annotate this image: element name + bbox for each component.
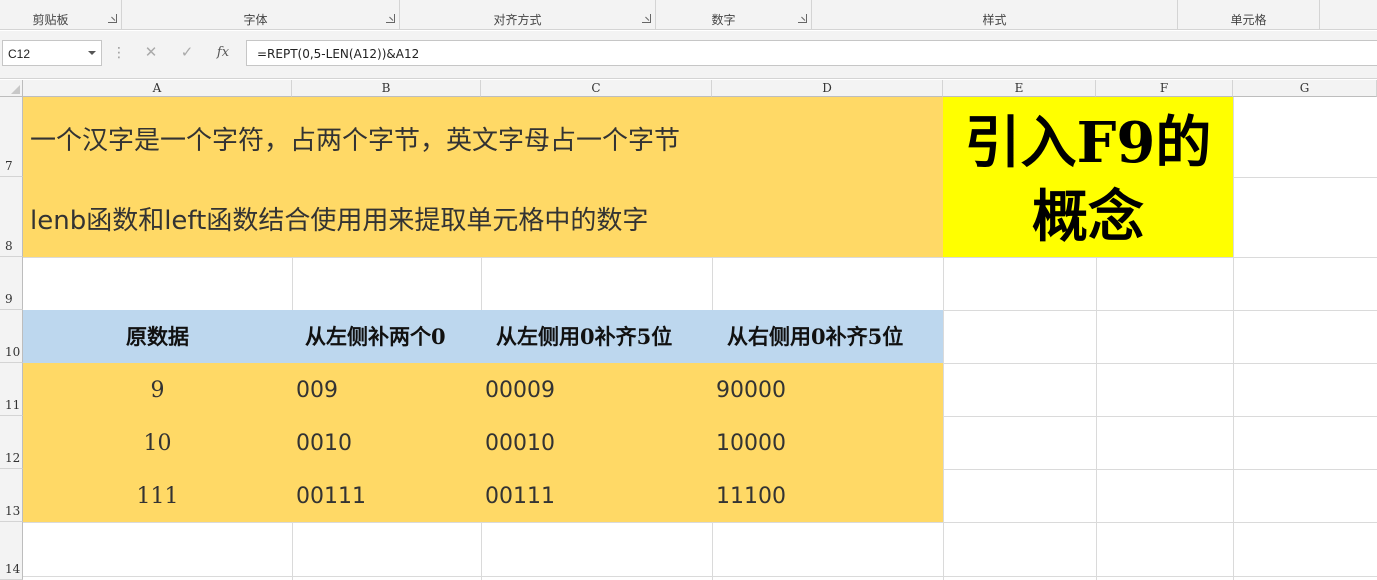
column-header-e[interactable]: E [943, 80, 1096, 97]
gridline [23, 576, 1377, 577]
table-cell[interactable]: 90000 [716, 363, 786, 416]
table-cell[interactable]: 0010 [296, 416, 352, 469]
table-header-left-pad-five[interactable]: 从左侧用0补齐5位 [496, 310, 672, 363]
insert-function-icon[interactable]: fx [211, 43, 235, 63]
table-cell[interactable]: 10 [23, 416, 292, 469]
table-cell[interactable]: 00111 [296, 469, 366, 522]
table-cell[interactable]: 00009 [485, 363, 555, 416]
ribbon-group-label: 剪贴板 [32, 13, 69, 27]
ribbon-group-styles: 样式 [812, 0, 1178, 30]
table-cell[interactable]: 00111 [485, 469, 555, 522]
ribbon-group-number: 数字 [656, 0, 812, 30]
ribbon-group-label: 样式 [982, 13, 1007, 27]
table-cell[interactable]: 009 [296, 363, 338, 416]
enter-icon[interactable]: ✓ [175, 43, 199, 63]
name-box-value: C12 [8, 47, 31, 61]
row-header-13[interactable]: 13 [0, 469, 23, 522]
ribbon-group-cells: 单元格 [1178, 0, 1320, 30]
table-header-pad-two[interactable]: 从左侧补两个0 [305, 310, 446, 363]
note-line-2: lenb函数和left函数结合使用用来提取单元格中的数字 [30, 206, 649, 236]
column-header-f[interactable]: F [1096, 80, 1233, 97]
dialog-launcher-icon[interactable] [798, 14, 807, 23]
ribbon-group-label: 字体 [243, 13, 268, 27]
cancel-icon[interactable]: ✕ [139, 43, 163, 63]
splitter-icon[interactable]: ⋮ [112, 45, 126, 59]
row-header-7[interactable]: 7 [0, 97, 23, 177]
select-all-button[interactable] [0, 80, 23, 97]
ribbon-group-font: 字体 [122, 0, 400, 30]
table-header-right-pad-five[interactable]: 从右侧用0补齐5位 [727, 310, 903, 363]
table-cell[interactable]: 10000 [716, 416, 786, 469]
ribbon-group-clipboard: 剪贴板 [0, 0, 122, 30]
column-header-d[interactable]: D [712, 80, 943, 97]
row-header-11[interactable]: 11 [0, 363, 23, 416]
formula-input[interactable]: =REPT(0,5-LEN(A12))&A12 [246, 40, 1377, 66]
gridline [1233, 97, 1234, 580]
ribbon-group-label: 单元格 [1230, 13, 1267, 27]
column-header-c[interactable]: C [481, 80, 712, 97]
gridline [23, 257, 1377, 258]
table-cell[interactable]: 00010 [485, 416, 555, 469]
formula-bar: C12 ⋮ ✕ ✓ fx =REPT(0,5-LEN(A12))&A12 [0, 31, 1377, 79]
table-header-original[interactable]: 原数据 [23, 310, 292, 363]
column-header-b[interactable]: B [292, 80, 481, 97]
column-header-g[interactable]: G [1233, 80, 1377, 97]
ribbon-group-labels: 剪贴板 字体 对齐方式 数字 样式 单元格 [0, 0, 1377, 30]
ribbon-group-alignment: 对齐方式 [400, 0, 656, 30]
row-header-14[interactable]: 14 [0, 522, 23, 580]
row-header-8[interactable]: 8 [0, 177, 23, 257]
gridline [23, 522, 1377, 523]
chevron-down-icon[interactable] [88, 51, 96, 55]
column-header-a[interactable]: A [23, 80, 292, 97]
banner-line-1: 引入F9的 [964, 110, 1212, 176]
ribbon-group-label: 数字 [711, 13, 736, 27]
row-header-9[interactable]: 9 [0, 257, 23, 310]
table-cell[interactable]: 9 [23, 363, 292, 416]
row-header-12[interactable]: 12 [0, 416, 23, 469]
table-cell[interactable]: 11100 [716, 469, 786, 522]
note-line-1: 一个汉字是一个字符，占两个字节，英文字母占一个字节 [30, 126, 681, 156]
table-cell[interactable]: 111 [23, 469, 292, 522]
name-box[interactable]: C12 [2, 40, 102, 66]
ribbon-group-label: 对齐方式 [493, 13, 542, 27]
banner-text: 引入F9的 概念 [943, 97, 1233, 257]
row-header-10[interactable]: 10 [0, 310, 23, 363]
banner-line-2: 概念 [1032, 184, 1144, 250]
